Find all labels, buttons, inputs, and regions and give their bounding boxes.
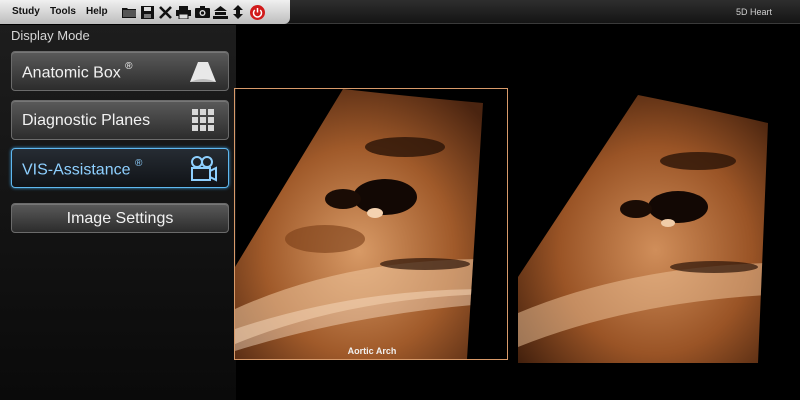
- menu-bar: Study Tools Help: [0, 0, 290, 24]
- panel-title: Display Mode: [11, 28, 90, 43]
- folder-icon[interactable]: [121, 4, 137, 20]
- anatomic-box-text: Anatomic Box: [22, 64, 121, 82]
- registered-mark: ®: [125, 61, 133, 72]
- menu-study[interactable]: Study: [12, 6, 40, 17]
- app-title: 5D Heart: [735, 7, 772, 17]
- probe-icon: [188, 58, 218, 86]
- ultrasound-image-secondary[interactable]: [518, 95, 780, 363]
- image-caption: Aortic Arch: [347, 346, 397, 356]
- vis-assistance-text: VIS-Assistance: [22, 161, 131, 179]
- image-settings-button[interactable]: Image Settings: [11, 203, 229, 233]
- camera-icon[interactable]: [194, 4, 210, 20]
- display-mode-panel: Display Mode Anatomic Box ® Diagnostic P…: [0, 25, 236, 400]
- vis-assistance-button[interactable]: VIS-Assistance ®: [11, 148, 229, 188]
- registered-mark: ®: [134, 158, 143, 169]
- menu-tools[interactable]: Tools: [50, 6, 76, 17]
- power-icon[interactable]: [249, 4, 265, 20]
- diagnostic-planes-label: Diagnostic Planes: [22, 112, 151, 129]
- save-icon[interactable]: [139, 4, 155, 20]
- anatomic-box-button[interactable]: Anatomic Box ®: [11, 51, 229, 91]
- print-icon[interactable]: [175, 4, 191, 20]
- top-bar: Study Tools Help 5D Heart: [0, 0, 800, 24]
- active-image-frame: [234, 88, 508, 360]
- anatomic-box-label: Anatomic Box ®: [22, 61, 133, 82]
- close-icon[interactable]: [157, 4, 173, 20]
- transfer-icon[interactable]: [230, 4, 246, 20]
- image-settings-label: Image Settings: [66, 210, 174, 227]
- video-camera-icon: [188, 155, 218, 183]
- diagnostic-planes-button[interactable]: Diagnostic Planes: [11, 100, 229, 140]
- vis-assistance-label: VIS-Assistance ®: [22, 158, 143, 179]
- grid-icon: [188, 107, 218, 135]
- network-icon[interactable]: [212, 4, 228, 20]
- menu-help[interactable]: Help: [86, 6, 108, 17]
